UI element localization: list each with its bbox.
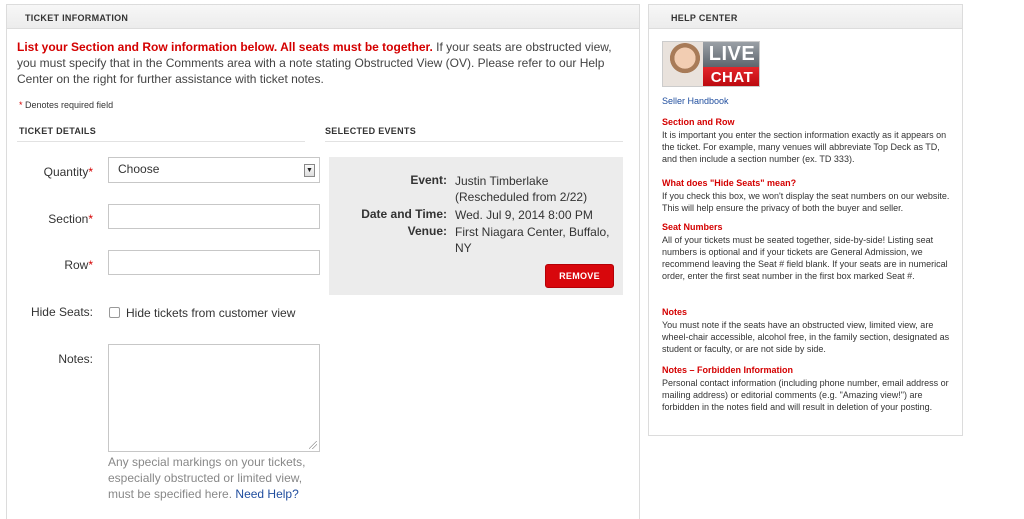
instructions-text: List your Section and Row information be… (17, 39, 617, 87)
help-section-title: Notes – Forbidden Information (662, 365, 794, 375)
agent-photo-icon (663, 42, 707, 86)
help-section-text: All of your tickets must be seated toget… (662, 235, 948, 281)
quantity-select[interactable]: Choose ▼ (108, 157, 320, 183)
need-help-link[interactable]: Need Help? (235, 487, 298, 501)
ticket-information-panel: TICKET INFORMATION List your Section and… (6, 4, 640, 519)
chat-text: CHAT (703, 67, 759, 86)
venue-label: Venue: (407, 224, 447, 238)
seller-handbook-link[interactable]: Seller Handbook (662, 96, 729, 106)
notes-textarea[interactable] (108, 344, 320, 452)
datetime-label: Date and Time: (361, 207, 447, 221)
hide-seats-checkbox-label[interactable]: Hide tickets from customer view (126, 306, 295, 320)
help-center-header: HELP CENTER (649, 5, 962, 29)
help-section-text: Personal contact information (including … (662, 378, 949, 412)
venue-value: First Niagara Center, Buffalo, NY (455, 225, 610, 255)
required-star: * (88, 165, 93, 179)
ticket-details-title: TICKET DETAILS (19, 126, 97, 136)
row-label: Row* (64, 258, 93, 272)
ticket-details-divider (17, 141, 305, 142)
row-input[interactable] (108, 250, 320, 275)
ticket-information-header: TICKET INFORMATION (7, 5, 639, 29)
resize-grip-icon[interactable] (309, 441, 317, 449)
dropdown-arrow-icon: ▼ (304, 164, 315, 177)
required-star: * (88, 212, 93, 226)
remove-event-button[interactable]: REMOVE (545, 264, 614, 288)
hide-seats-checkbox[interactable] (109, 307, 120, 318)
help-section-text: You must note if the seats have an obstr… (662, 320, 950, 354)
notes-label: Notes: (58, 352, 93, 366)
selected-event-card: Event: Justin Timberlake (Rescheduled fr… (329, 157, 623, 295)
help-section-title: What does "Hide Seats" mean? (662, 178, 797, 188)
section-label: Section* (48, 212, 93, 226)
datetime-value: Wed. Jul 9, 2014 8:00 PM (455, 208, 593, 222)
selected-events-divider (325, 141, 623, 142)
help-section-title: Seat Numbers (662, 222, 723, 232)
required-note-text: Denotes required field (22, 100, 114, 110)
hide-seats-label: Hide Seats: (30, 305, 93, 319)
instructions-emphasis: List your Section and Row information be… (17, 40, 433, 54)
help-center-panel: HELP CENTER LIVE CHAT Seller Handbook Se… (648, 4, 963, 436)
quantity-label: Quantity* (43, 165, 93, 179)
quantity-selected-value: Choose (118, 162, 160, 176)
live-text: LIVE (703, 42, 759, 67)
help-section-text: It is important you enter the section in… (662, 130, 947, 164)
help-section-title: Notes (662, 307, 688, 317)
live-chat-banner[interactable]: LIVE CHAT (662, 41, 760, 87)
help-section-title: Section and Row (662, 117, 735, 127)
help-section-text: If you check this box, we won't display … (662, 191, 950, 213)
notes-hint: Any special markings on your tickets, es… (108, 455, 306, 501)
required-star: * (88, 258, 93, 272)
section-input[interactable] (108, 204, 320, 229)
event-label: Event: (410, 173, 447, 187)
required-field-note: * Denotes required field (19, 100, 113, 110)
selected-events-title: SELECTED EVENTS (325, 126, 417, 136)
event-value: Justin Timberlake (Rescheduled from 2/22… (455, 174, 588, 204)
